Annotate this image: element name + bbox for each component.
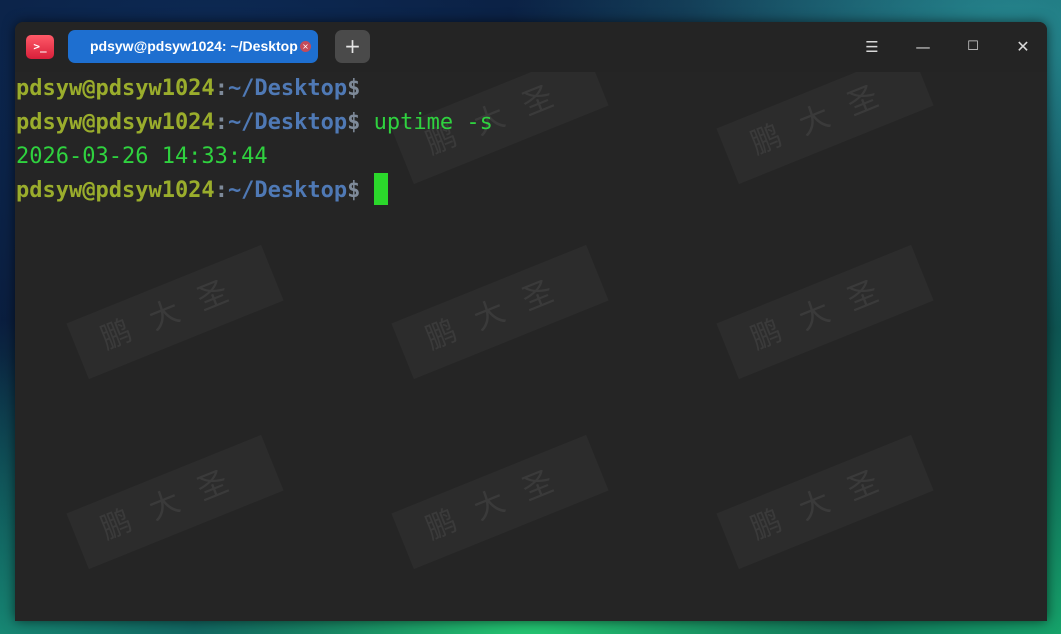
prompt-symbol: $ (347, 178, 361, 203)
watermark: 鹏大圣 (66, 435, 283, 569)
new-tab-button[interactable]: + (335, 30, 370, 63)
prompt-separator: : (214, 178, 228, 203)
prompt-user: pdsyw@pdsyw1024 (16, 76, 215, 101)
tab-close-icon[interactable]: × (300, 41, 311, 52)
prompt-separator: : (214, 76, 228, 101)
command-text: uptime -s (360, 110, 493, 135)
tab-terminal-session[interactable]: pdsyw@pdsyw1024: ~/Desktop × (68, 30, 318, 63)
terminal-content-area[interactable]: 鹏大圣 鹏大圣 鹏大圣 鹏大圣 鹏大圣 鹏大圣 鹏大圣 鹏大圣 pdsyw@pd… (15, 72, 1047, 621)
prompt-symbol: $ (347, 76, 361, 101)
title-bar[interactable]: >_ pdsyw@pdsyw1024: ~/Desktop × + ☰ — ☐ … (15, 22, 1047, 72)
prompt-path: ~/Desktop (227, 178, 348, 203)
terminal-prompt-line: pdsyw@pdsyw1024:~/Desktop$ (16, 72, 360, 106)
terminal-app-icon: >_ (26, 35, 54, 59)
minimize-icon[interactable]: — (910, 34, 936, 60)
terminal-prompt-line: pdsyw@pdsyw1024:~/Desktop$ uptime -s (16, 106, 493, 140)
tab-label: pdsyw@pdsyw1024: ~/Desktop (90, 38, 298, 54)
watermark: 鹏大圣 (391, 435, 608, 569)
watermark: 鹏大圣 (66, 245, 283, 379)
command-output: 2026-03-26 14:33:44 (16, 144, 268, 169)
text-cursor[interactable] (374, 173, 389, 205)
terminal-window: >_ pdsyw@pdsyw1024: ~/Desktop × + ☰ — ☐ … (15, 22, 1047, 621)
prompt-user: pdsyw@pdsyw1024 (16, 110, 215, 135)
prompt-path: ~/Desktop (227, 110, 348, 135)
watermark: 鹏大圣 (716, 72, 933, 184)
prompt-separator: : (214, 110, 228, 135)
prompt-symbol: $ (347, 110, 361, 135)
prompt-path: ~/Desktop (227, 76, 348, 101)
close-icon[interactable]: ✕ (1010, 34, 1036, 60)
watermark: 鹏大圣 (716, 435, 933, 569)
watermark: 鹏大圣 (716, 245, 933, 379)
prompt-user: pdsyw@pdsyw1024 (16, 178, 215, 203)
maximize-icon[interactable]: ☐ (960, 34, 986, 60)
watermark: 鹏大圣 (391, 245, 608, 379)
menu-icon[interactable]: ☰ (859, 34, 885, 60)
terminal-prompt-line: pdsyw@pdsyw1024:~/Desktop$ (16, 173, 389, 208)
